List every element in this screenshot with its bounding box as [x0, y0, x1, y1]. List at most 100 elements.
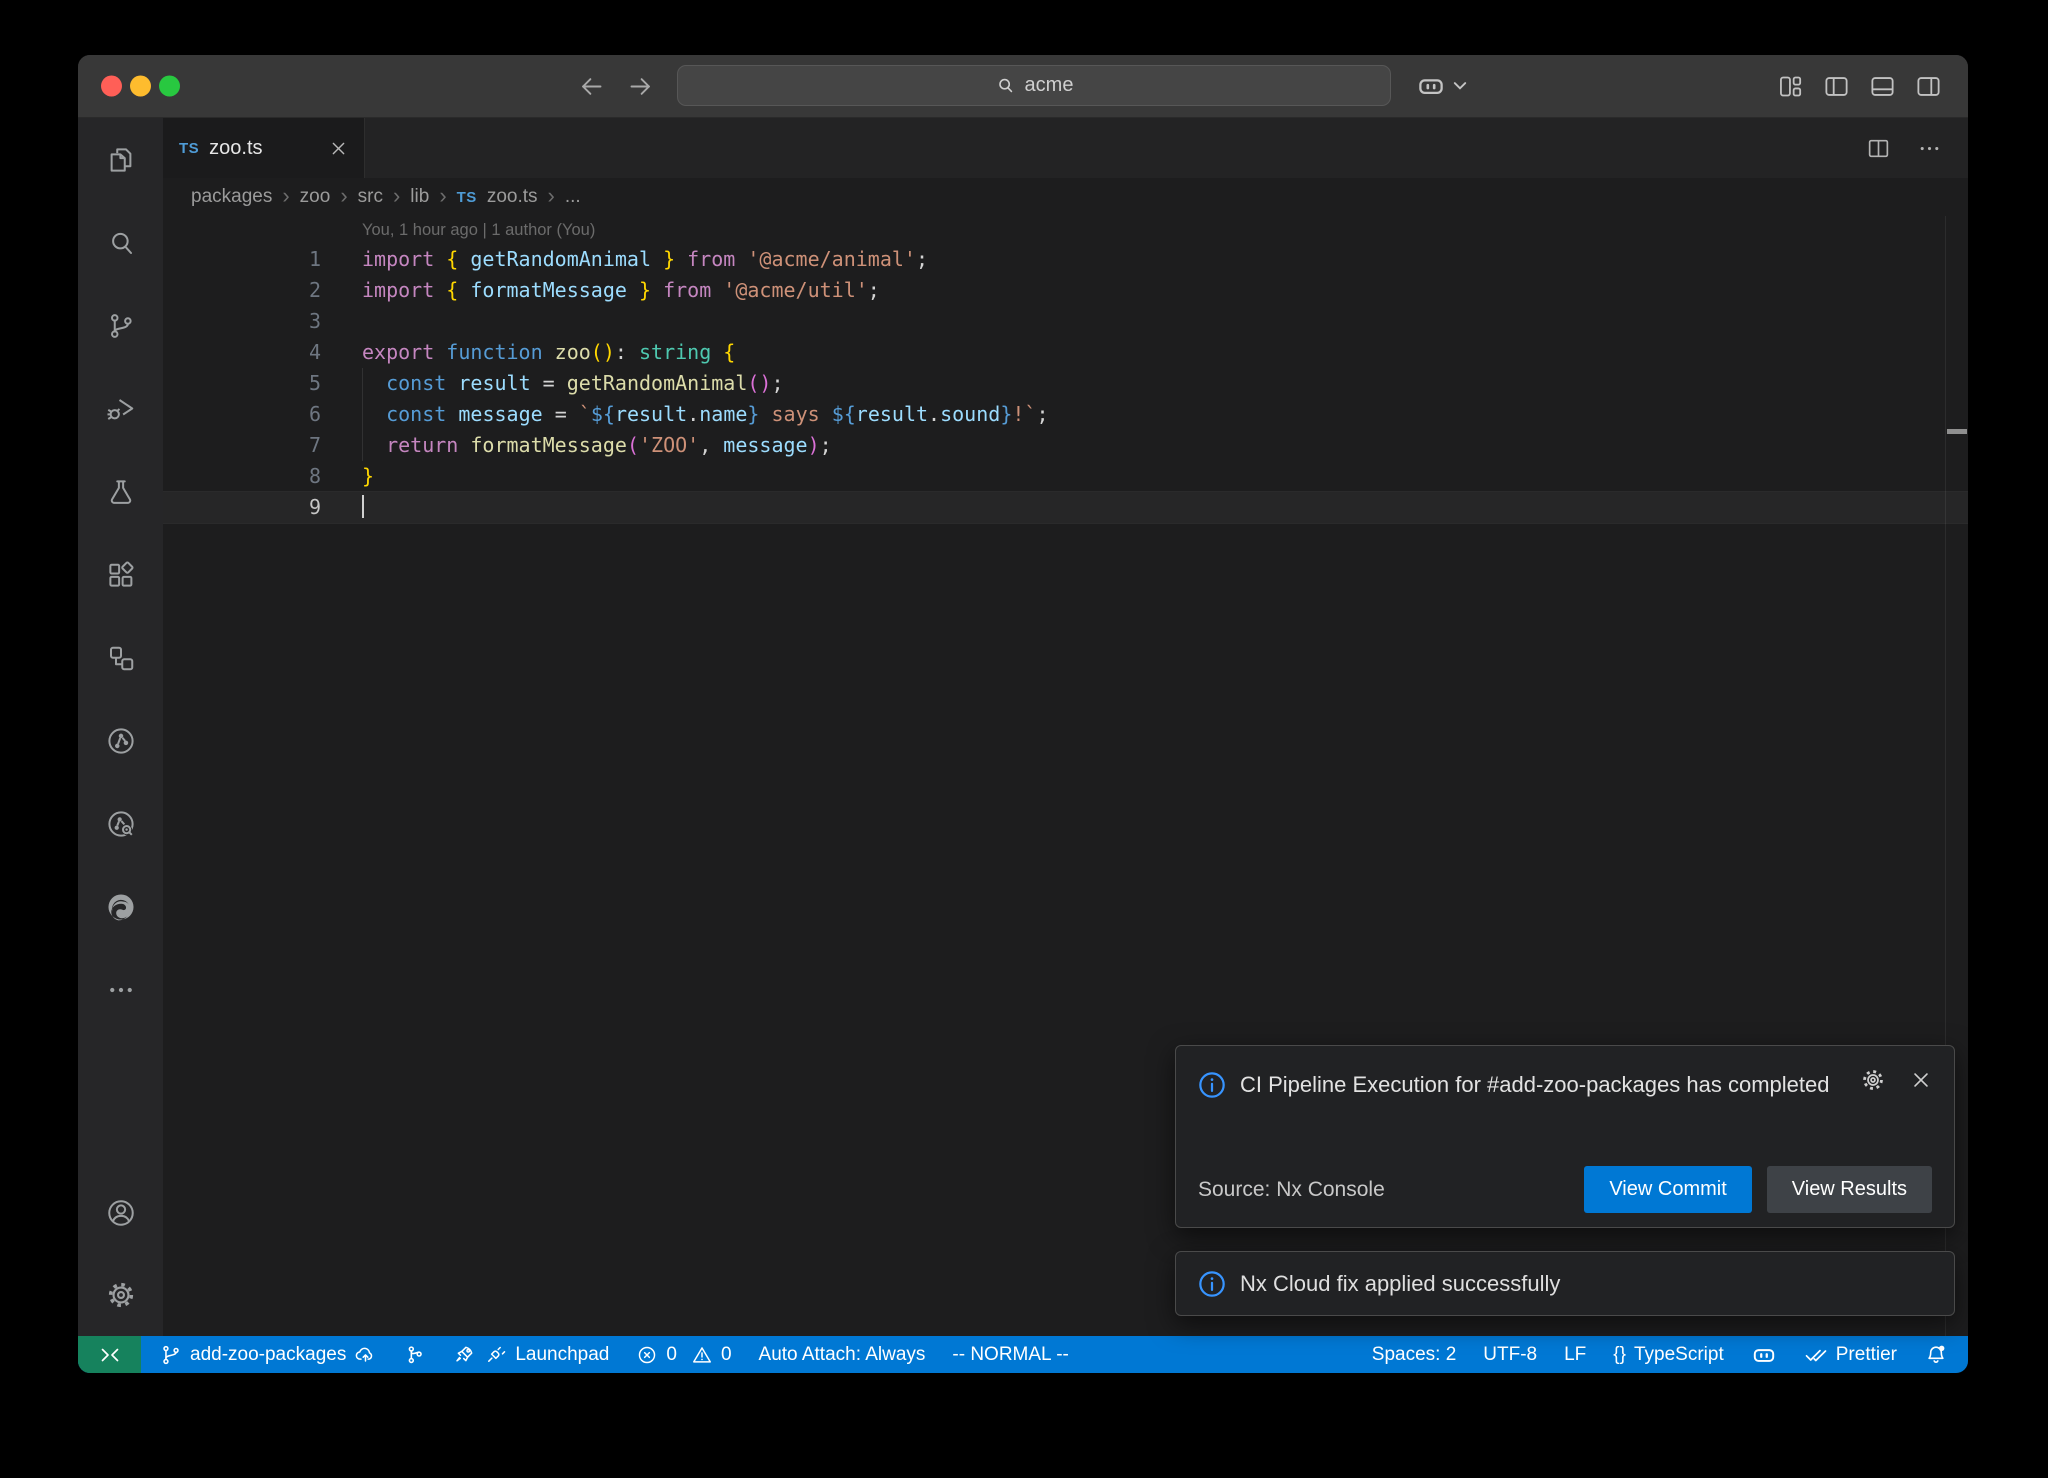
eol-status-item[interactable]: LF — [1564, 1344, 1586, 1366]
remote-icon — [98, 1343, 122, 1367]
code-line[interactable]: 4export function zoo(): string { — [163, 337, 1968, 368]
code-line[interactable]: 1import { getRandomAnimal } from '@acme/… — [163, 244, 1968, 275]
nx-console-icon — [106, 643, 136, 673]
settings-button[interactable] — [78, 1254, 163, 1336]
breadcrumb-item[interactable]: zoo — [300, 186, 331, 208]
code-line[interactable]: 5 const result = getRandomAnimal(); — [163, 368, 1968, 399]
breadcrumb-overflow[interactable]: ... — [565, 186, 581, 208]
notification-source: Source: Nx Console — [1198, 1178, 1385, 1202]
copilot-icon — [1416, 71, 1446, 101]
double-check-icon — [1804, 1343, 1828, 1367]
sidebar-item-nx-cloud[interactable] — [78, 782, 163, 865]
sidebar-item-search[interactable] — [78, 201, 163, 284]
indent-guide — [362, 368, 363, 461]
chevron-right-icon: › — [439, 183, 446, 209]
code-line[interactable]: 7 return formatMessage('ZOO', message); — [163, 430, 1968, 461]
vscode-window: acme — [78, 55, 1968, 1373]
formatter-status-item[interactable]: Prettier — [1804, 1343, 1897, 1367]
sidebar-item-nx-graph[interactable] — [78, 699, 163, 782]
ellipsis-icon — [106, 975, 136, 1005]
notifications-bell-item[interactable] — [1924, 1343, 1948, 1367]
notification-message: Nx Cloud fix applied successfully — [1240, 1271, 1560, 1297]
nx-graph-icon — [105, 725, 137, 757]
info-icon — [1198, 1071, 1226, 1103]
beaker-icon — [106, 477, 136, 507]
code-text — [362, 492, 364, 523]
code-line[interactable]: 2import { formatMessage } from '@acme/ut… — [163, 275, 1968, 306]
error-count: 0 — [666, 1344, 677, 1366]
text-cursor — [362, 495, 364, 518]
account-icon — [105, 1197, 137, 1229]
line-number: 6 — [163, 399, 321, 430]
sidebar-item-testing[interactable] — [78, 450, 163, 533]
minimize-window-button[interactable] — [130, 76, 151, 97]
view-results-button[interactable]: View Results — [1767, 1166, 1932, 1213]
copilot-status-item[interactable] — [1751, 1342, 1777, 1368]
nx-cloud-icon — [105, 808, 137, 840]
copilot-menu[interactable] — [1416, 55, 1467, 117]
zoom-window-button[interactable] — [159, 76, 180, 97]
plug-icon — [484, 1343, 507, 1366]
line-number: 4 — [163, 337, 321, 368]
run-and-debug-icon — [106, 394, 136, 424]
navigate-forward-icon[interactable] — [627, 73, 654, 100]
vim-mode-label: -- NORMAL -- — [952, 1344, 1068, 1366]
accounts-button[interactable] — [78, 1172, 163, 1254]
code-line[interactable]: 9 — [163, 492, 1968, 523]
sidebar-item-extensions[interactable] — [78, 533, 163, 616]
line-number: 5 — [163, 368, 321, 399]
code-line[interactable]: 3 — [163, 306, 1968, 337]
sidebar-item-additional-views[interactable] — [78, 948, 163, 1031]
indentation-status-item[interactable]: Spaces: 2 — [1372, 1344, 1457, 1366]
launchpad-status-item[interactable]: Launchpad — [453, 1343, 609, 1366]
files-icon — [106, 145, 136, 175]
encoding-status-item[interactable]: UTF-8 — [1483, 1344, 1537, 1366]
toggle-primary-sidebar-icon[interactable] — [1823, 73, 1850, 100]
line-number: 2 — [163, 275, 321, 306]
chevron-right-icon: › — [340, 183, 347, 209]
git-branch-icon — [160, 1344, 182, 1366]
toggle-secondary-sidebar-icon[interactable] — [1915, 73, 1942, 100]
line-number: 3 — [163, 306, 321, 337]
chevron-right-icon: › — [393, 183, 400, 209]
source-control-graph-item[interactable] — [404, 1344, 426, 1366]
gear-icon — [105, 1279, 137, 1311]
language-status-item[interactable]: {} TypeScript — [1613, 1344, 1723, 1366]
view-commit-button[interactable]: View Commit — [1584, 1166, 1751, 1213]
split-editor-icon[interactable] — [1866, 136, 1891, 161]
remote-indicator[interactable] — [78, 1336, 141, 1373]
formatter-label: Prettier — [1836, 1344, 1897, 1366]
vim-mode-status-item[interactable]: -- NORMAL -- — [952, 1344, 1068, 1366]
breadcrumb-item[interactable]: packages — [191, 186, 272, 208]
sidebar-item-nx-console[interactable] — [78, 616, 163, 699]
breadcrumb-item[interactable]: lib — [410, 186, 429, 208]
navigate-back-icon[interactable] — [578, 73, 605, 100]
activity-bar — [78, 118, 163, 1336]
sidebar-item-source-control[interactable] — [78, 284, 163, 367]
customize-layout-icon[interactable] — [1777, 73, 1804, 100]
line-number: 9 — [163, 492, 321, 523]
sidebar-item-edge-tools[interactable] — [78, 865, 163, 948]
notification-settings-gear-icon[interactable] — [1860, 1067, 1886, 1093]
branch-status-item[interactable]: add-zoo-packages — [160, 1343, 377, 1366]
rocket-icon — [453, 1343, 476, 1366]
notification-close-icon[interactable] — [1910, 1069, 1932, 1091]
more-actions-icon[interactable] — [1917, 136, 1942, 161]
search-icon — [995, 75, 1016, 96]
breadcrumb-item[interactable]: src — [358, 186, 383, 208]
copilot-icon — [1751, 1342, 1777, 1368]
close-tab-icon[interactable] — [329, 139, 348, 158]
sidebar-item-run-debug[interactable] — [78, 367, 163, 450]
bell-icon — [1924, 1343, 1948, 1367]
auto-attach-status-item[interactable]: Auto Attach: Always — [759, 1344, 926, 1366]
info-icon — [1198, 1270, 1226, 1298]
breadcrumb-file[interactable]: zoo.ts — [487, 186, 538, 208]
tab-zoo-ts[interactable]: TS zoo.ts — [163, 118, 365, 178]
command-center-search[interactable]: acme — [677, 65, 1391, 106]
problems-status-item[interactable]: 0 0 — [636, 1344, 731, 1366]
sidebar-item-explorer[interactable] — [78, 118, 163, 201]
code-line[interactable]: 6 const message = `${result.name} says $… — [163, 399, 1968, 430]
close-window-button[interactable] — [101, 76, 122, 97]
toggle-panel-icon[interactable] — [1869, 73, 1896, 100]
code-line[interactable]: 8} — [163, 461, 1968, 492]
